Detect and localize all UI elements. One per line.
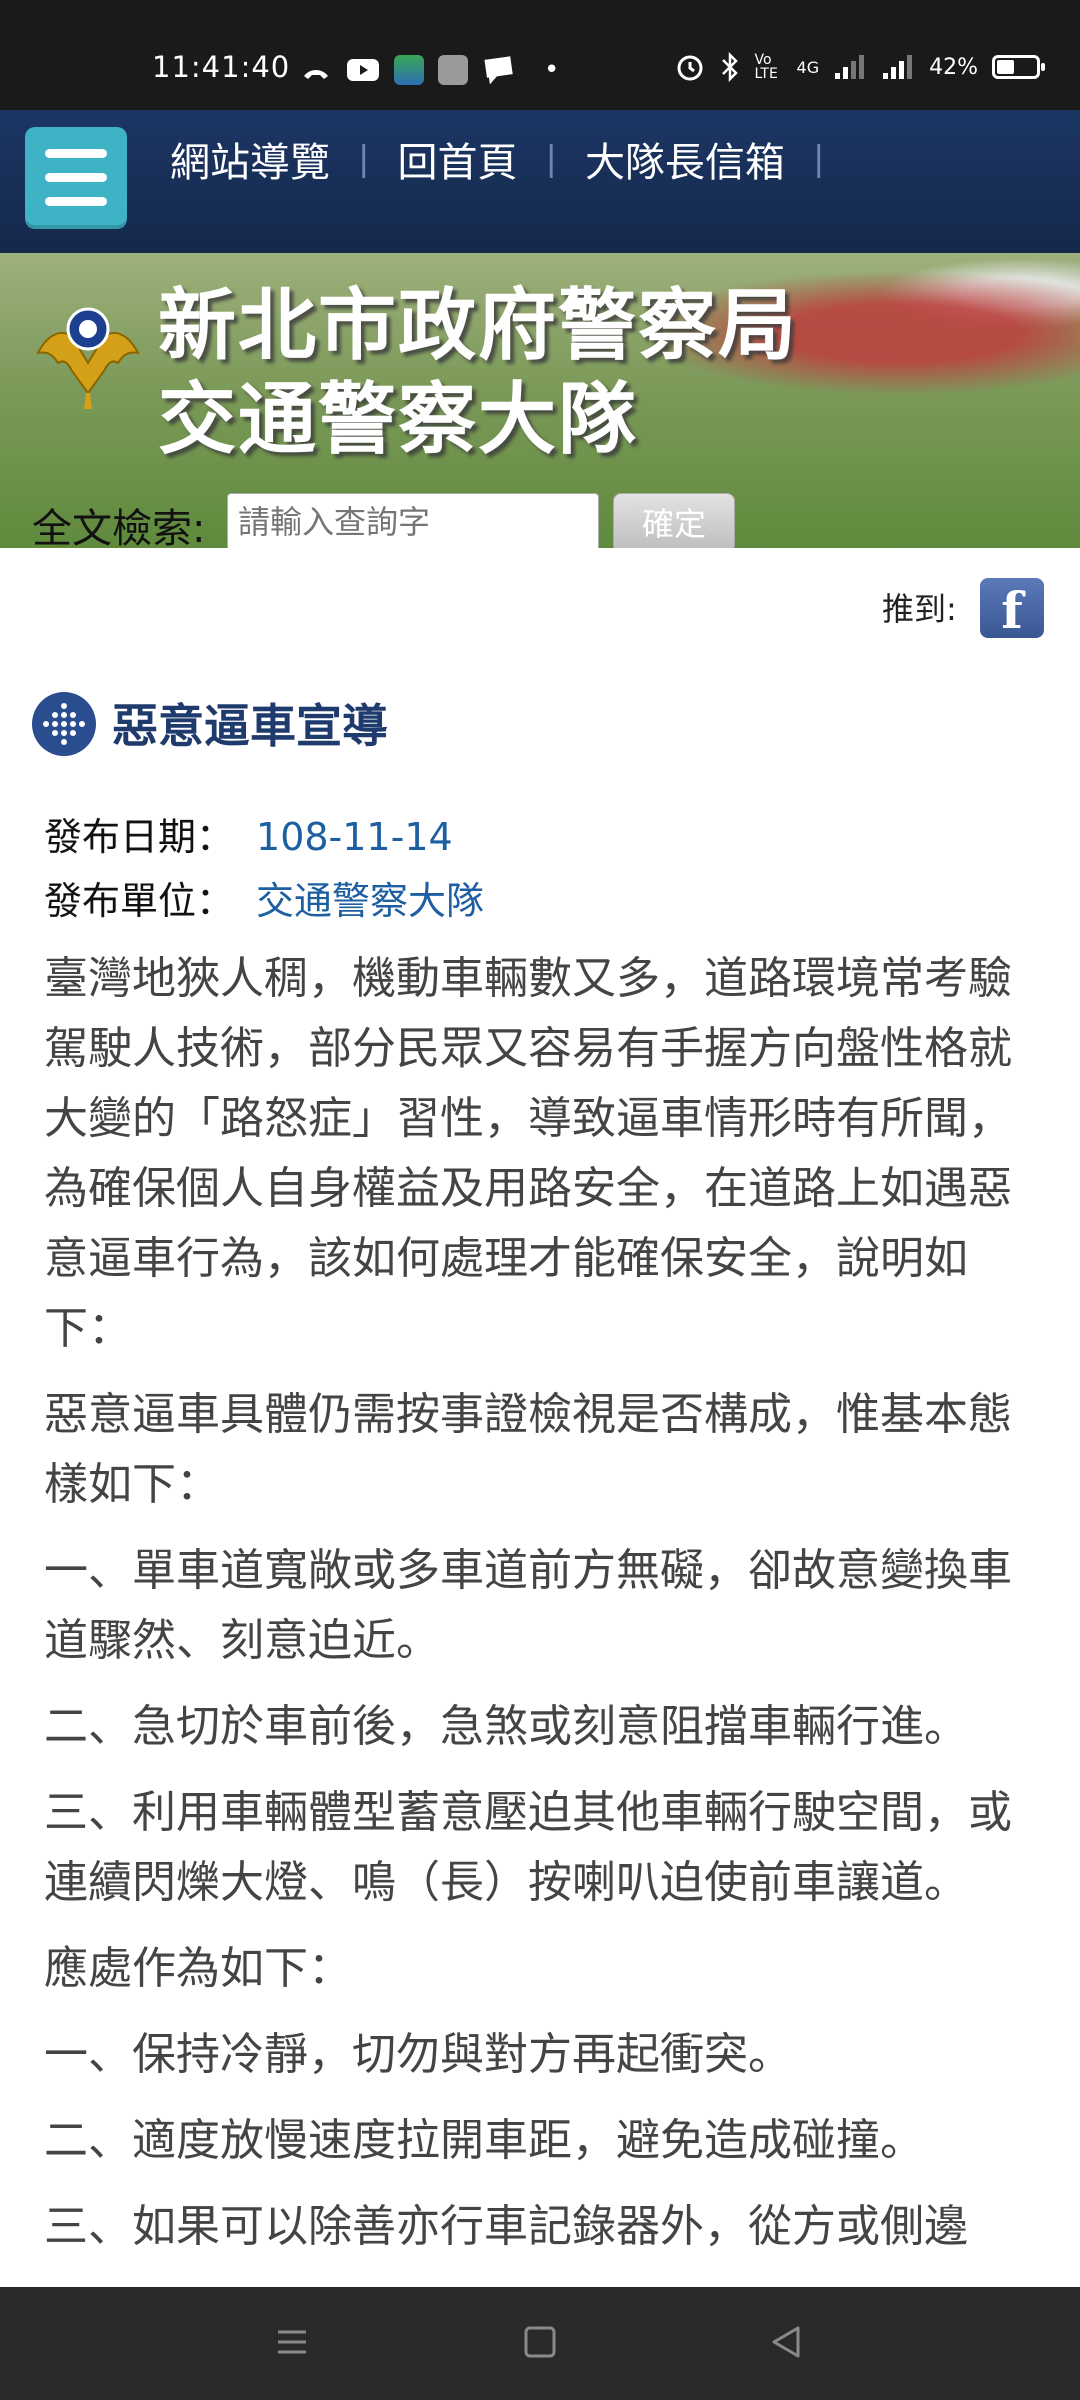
page-title: 惡意逼車宣導 bbox=[112, 699, 388, 753]
nav-separator: | bbox=[812, 139, 825, 179]
signal-strength-icon bbox=[835, 55, 865, 79]
publish-unit: 發布單位： 交通警察大隊 bbox=[44, 870, 484, 925]
facebook-share-icon[interactable]: f bbox=[980, 578, 1044, 640]
breadcrumb-dots: ... bbox=[110, 535, 124, 551]
back-icon[interactable] bbox=[768, 2322, 804, 2362]
nav-link-home[interactable]: 回首頁 bbox=[397, 130, 517, 188]
site-banner: 新北市政府警察局 交通警察大隊 全文檢索: 確定 bbox=[0, 253, 1080, 548]
settings-notification-icon bbox=[438, 55, 468, 85]
article-paragraph: 惡意逼車具體仍需按事證檢視是否構成，惟基本態樣如下： bbox=[44, 1389, 1012, 1510]
publish-unit-value: 交通警察大隊 bbox=[256, 879, 485, 923]
search-submit-button[interactable]: 確定 bbox=[613, 493, 735, 548]
article-body: 臺灣地狹人稠，機動車輛數又多，道路環境常考驗駕駛人技術，部分民眾又容易有手握方向… bbox=[44, 944, 1044, 2278]
article-paragraph: 二、適度放慢速度拉開車距，避免造成碰撞。 bbox=[44, 2115, 924, 2166]
header-links: 網站導覽 | 回首頁 | 大隊長信箱 | bbox=[170, 130, 852, 188]
article-paragraph: 一、單車道寬敞或多車道前方無礙，卻故意變換車道驟然、刻意迫近。 bbox=[44, 1545, 1012, 1666]
title-bullet-icon bbox=[32, 692, 96, 756]
alarm-icon bbox=[677, 55, 703, 81]
nav-separator: | bbox=[545, 139, 557, 179]
article-paragraph: 一、保持冷靜，切勿與對方再起衝突。 bbox=[44, 2029, 792, 2080]
share-label: 推到: bbox=[882, 590, 957, 628]
article-paragraph: 二、急切於車前後，急煞或刻意阻擋車輛行進。 bbox=[44, 1701, 968, 1752]
clock: 11:41:40 bbox=[152, 50, 291, 84]
system-navigation-bar bbox=[0, 2287, 1080, 2400]
bluetooth-icon bbox=[721, 52, 738, 82]
site-header: 網站導覽 | 回首頁 | 大隊長信箱 | bbox=[0, 110, 1080, 253]
home-icon[interactable] bbox=[522, 2322, 558, 2362]
notification-icons: • bbox=[300, 52, 559, 88]
system-icons: Vo LTE 4G 42% bbox=[675, 52, 1045, 82]
publish-unit-label: 發布單位： bbox=[44, 879, 235, 923]
youtube-icon bbox=[347, 59, 379, 81]
chat-bubble-icon bbox=[484, 56, 513, 85]
publish-date-value: 108-11-14 bbox=[256, 815, 453, 859]
missed-call-icon bbox=[304, 70, 328, 79]
article-paragraph: 三、如果可以除善亦行車記錄器外，從方或側邊 bbox=[44, 2201, 968, 2252]
publish-date: 發布日期： 108-11-14 bbox=[44, 806, 453, 861]
article-paragraph: 臺灣地狹人稠，機動車輛數又多，道路環境常考驗駕駛人技術，部分民眾又容易有手握方向… bbox=[44, 953, 1012, 1354]
publish-date-label: 發布日期： bbox=[44, 815, 235, 859]
police-emblem-logo bbox=[36, 307, 140, 409]
article-paragraph: 應處作為如下： bbox=[44, 1943, 352, 1994]
nav-link-sitemap[interactable]: 網站導覽 bbox=[170, 130, 330, 188]
more-notifications-dot: • bbox=[544, 55, 560, 85]
app-notification-icon bbox=[394, 55, 424, 85]
hamburger-menu-button[interactable] bbox=[25, 127, 127, 229]
battery-icon bbox=[992, 55, 1045, 79]
battery-percent: 42% bbox=[929, 54, 978, 80]
nav-link-mailbox[interactable]: 大隊長信箱 bbox=[585, 130, 785, 188]
banner-title-line2: 交通警察大隊 bbox=[158, 375, 639, 465]
article-paragraph: 三、利用車輛體型蓄意壓迫其他車輛行駛空間，或連續閃爍大燈、鳴（長）按喇叭迫使前車… bbox=[44, 1787, 1012, 1908]
nav-separator: | bbox=[358, 139, 370, 179]
volte-indicator: Vo LTE bbox=[754, 52, 778, 82]
status-bar: 11:41:40 • Vo LTE 4G 42% bbox=[0, 0, 1080, 110]
network-type: 4G bbox=[796, 57, 820, 77]
search-input[interactable] bbox=[227, 493, 599, 548]
recent-apps-icon[interactable] bbox=[274, 2322, 310, 2362]
breadcrumb-dots: ... bbox=[54, 535, 68, 551]
signal-strength-2-icon bbox=[883, 55, 913, 79]
